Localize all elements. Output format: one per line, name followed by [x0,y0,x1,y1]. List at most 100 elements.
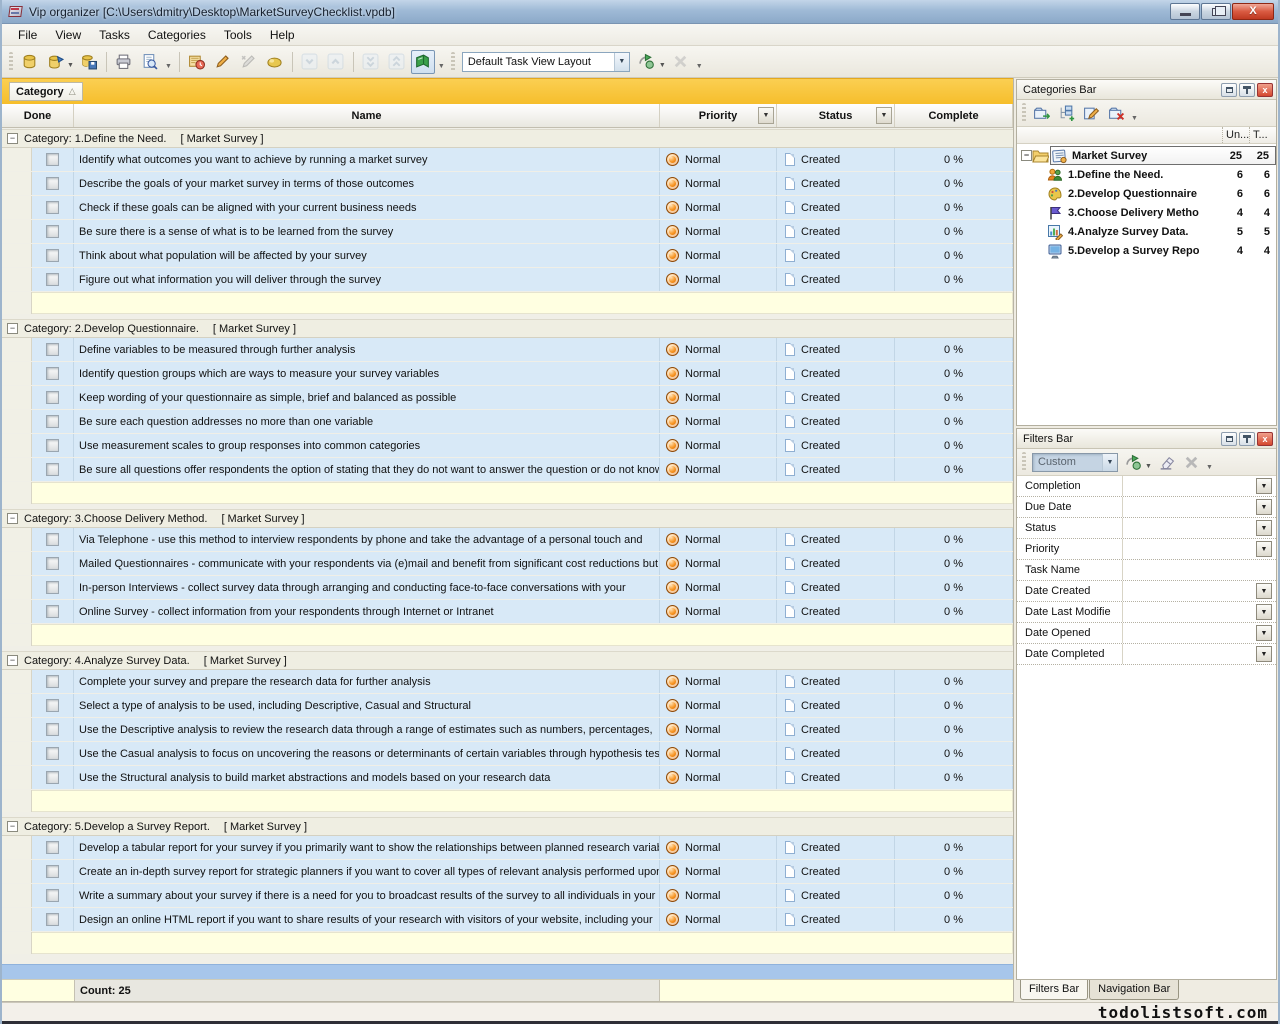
column-header-status[interactable]: Status ▼ [777,104,895,127]
task-checkbox[interactable] [46,343,59,356]
task-checkbox[interactable] [46,675,59,688]
task-row[interactable]: Design an online HTML report if you want… [2,908,1013,931]
clear-filter-button[interactable] [1155,451,1178,473]
category-group-row[interactable]: −Category: 4.Analyze Survey Data.[ Marke… [2,651,1013,670]
collapse-group-icon[interactable]: − [7,655,18,666]
collapse-group-icon[interactable]: − [7,513,18,524]
category-tree-item[interactable]: 4.Analyze Survey Data.55 [1017,222,1276,241]
filters-restore-button[interactable] [1221,432,1237,446]
expand-all-button[interactable] [359,50,383,74]
open-database-button[interactable] [43,50,67,74]
task-checkbox[interactable] [46,201,59,214]
filter-dropdown-button[interactable]: ▼ [1256,646,1272,662]
column-header-name[interactable]: Name [74,104,660,127]
print-preview-button[interactable] [138,50,162,74]
edit-task-button[interactable] [211,50,235,74]
categories-close-button[interactable]: x [1257,83,1273,97]
task-row[interactable]: Develop a tabular report for your survey… [2,836,1013,859]
category-tree-item[interactable]: 3.Choose Delivery Metho44 [1017,203,1276,222]
task-row[interactable]: Describe the goals of your market survey… [2,172,1013,195]
move-up-button[interactable] [324,50,348,74]
task-row[interactable]: Be sure there is a sense of what is to b… [2,220,1013,243]
task-checkbox[interactable] [46,771,59,784]
task-checkbox[interactable] [46,439,59,452]
menu-file[interactable]: File [10,25,45,45]
task-checkbox[interactable] [46,865,59,878]
task-row[interactable]: Figure out what information you will del… [2,268,1013,291]
category-group-row[interactable]: −Category: 5.Develop a Survey Report.[ M… [2,817,1013,836]
categories-pin-button[interactable] [1239,83,1255,97]
print-button[interactable] [112,50,136,74]
task-checkbox[interactable] [46,889,59,902]
column-header-complete[interactable]: Complete [895,104,1013,127]
task-checkbox[interactable] [46,225,59,238]
minimize-button[interactable] [1170,3,1200,20]
filter-dropdown-button[interactable]: ▼ [1256,520,1272,536]
task-row[interactable]: Use the Casual analysis to focus on unco… [2,742,1013,765]
category-group-row[interactable]: −Category: 3.Choose Delivery Method.[ Ma… [2,509,1013,528]
complete-task-button[interactable] [237,50,261,74]
task-checkbox[interactable] [46,415,59,428]
toolbar-overflow-icon[interactable]: ▼ [165,63,172,70]
collapse-group-icon[interactable]: − [7,323,18,334]
task-row[interactable]: Define variables to be measured through … [2,338,1013,361]
priority-filter-dropdown[interactable]: ▼ [758,107,774,124]
task-row[interactable]: Be sure each question addresses no more … [2,410,1013,433]
highlight-task-button[interactable] [263,50,287,74]
filter-dropdown-button[interactable]: ▼ [1256,499,1272,515]
task-checkbox[interactable] [46,463,59,476]
task-row[interactable]: Think about what population will be affe… [2,244,1013,267]
menu-help[interactable]: Help [262,25,303,45]
menu-view[interactable]: View [47,25,89,45]
collapse-group-icon[interactable]: − [7,133,18,144]
toolbar-overflow-icon[interactable]: ▼ [1131,115,1138,122]
column-header-done[interactable]: Done [2,104,74,127]
filters-close-button[interactable]: x [1257,432,1273,446]
menu-categories[interactable]: Categories [140,25,214,45]
task-checkbox[interactable] [46,913,59,926]
status-filter-dropdown[interactable]: ▼ [876,107,892,124]
task-checkbox[interactable] [46,747,59,760]
category-group-row[interactable]: −Category: 2.Develop Questionnaire.[ Mar… [2,319,1013,338]
task-row[interactable]: Via Telephone - use this method to inter… [2,528,1013,551]
category-tree-item[interactable]: 5.Develop a Survey Repo44 [1017,241,1276,260]
edit-category-button[interactable] [1080,102,1103,124]
task-row[interactable]: Identify question groups which are ways … [2,362,1013,385]
chevron-down-icon[interactable]: ▼ [614,53,629,71]
column-header-priority[interactable]: Priority ▼ [660,104,777,127]
toolbar-overflow-icon[interactable]: ▼ [1206,464,1213,471]
task-row[interactable]: Use measurement scales to group response… [2,434,1013,457]
close-button[interactable]: X [1232,3,1274,20]
save-layout-button[interactable] [635,50,659,74]
task-checkbox[interactable] [46,177,59,190]
task-checkbox[interactable] [46,273,59,286]
collapse-tree-icon[interactable]: − [1021,150,1032,161]
filter-dropdown-button[interactable]: ▼ [1256,541,1272,557]
task-checkbox[interactable] [46,367,59,380]
task-checkbox[interactable] [46,841,59,854]
task-checkbox[interactable] [46,533,59,546]
delete-layout-button[interactable] [669,50,693,74]
task-checkbox[interactable] [46,557,59,570]
task-row[interactable]: Use the Structural analysis to build mar… [2,766,1013,789]
task-row[interactable]: Use the Descriptive analysis to review t… [2,718,1013,741]
task-checkbox[interactable] [46,391,59,404]
category-group-row[interactable]: −Category: 1.Define the Need.[ Market Su… [2,129,1013,148]
task-row[interactable]: Select a type of analysis to be used, in… [2,694,1013,717]
task-row[interactable]: Complete your survey and prepare the res… [2,670,1013,693]
filter-dropdown-button[interactable]: ▼ [1256,604,1272,620]
task-row[interactable]: Write a summary about your survey if the… [2,884,1013,907]
menu-tasks[interactable]: Tasks [91,25,138,45]
task-row[interactable]: Check if these goals can be aligned with… [2,196,1013,219]
new-database-button[interactable] [17,50,41,74]
view-layout-button[interactable] [411,50,435,74]
delete-category-button[interactable] [1105,102,1128,124]
layout-select[interactable]: Default Task View Layout▼ [462,52,630,72]
task-row[interactable]: Mailed Questionnaires - communicate with… [2,552,1013,575]
category-tree-item[interactable]: 1.Define the Need.66 [1017,165,1276,184]
restore-button[interactable] [1201,3,1231,20]
chevron-down-icon[interactable]: ▼ [1102,454,1117,471]
toolbar-overflow-icon[interactable]: ▼ [696,63,703,70]
filters-pin-button[interactable] [1239,432,1255,446]
filter-preset-select[interactable]: Custom▼ [1032,453,1118,472]
